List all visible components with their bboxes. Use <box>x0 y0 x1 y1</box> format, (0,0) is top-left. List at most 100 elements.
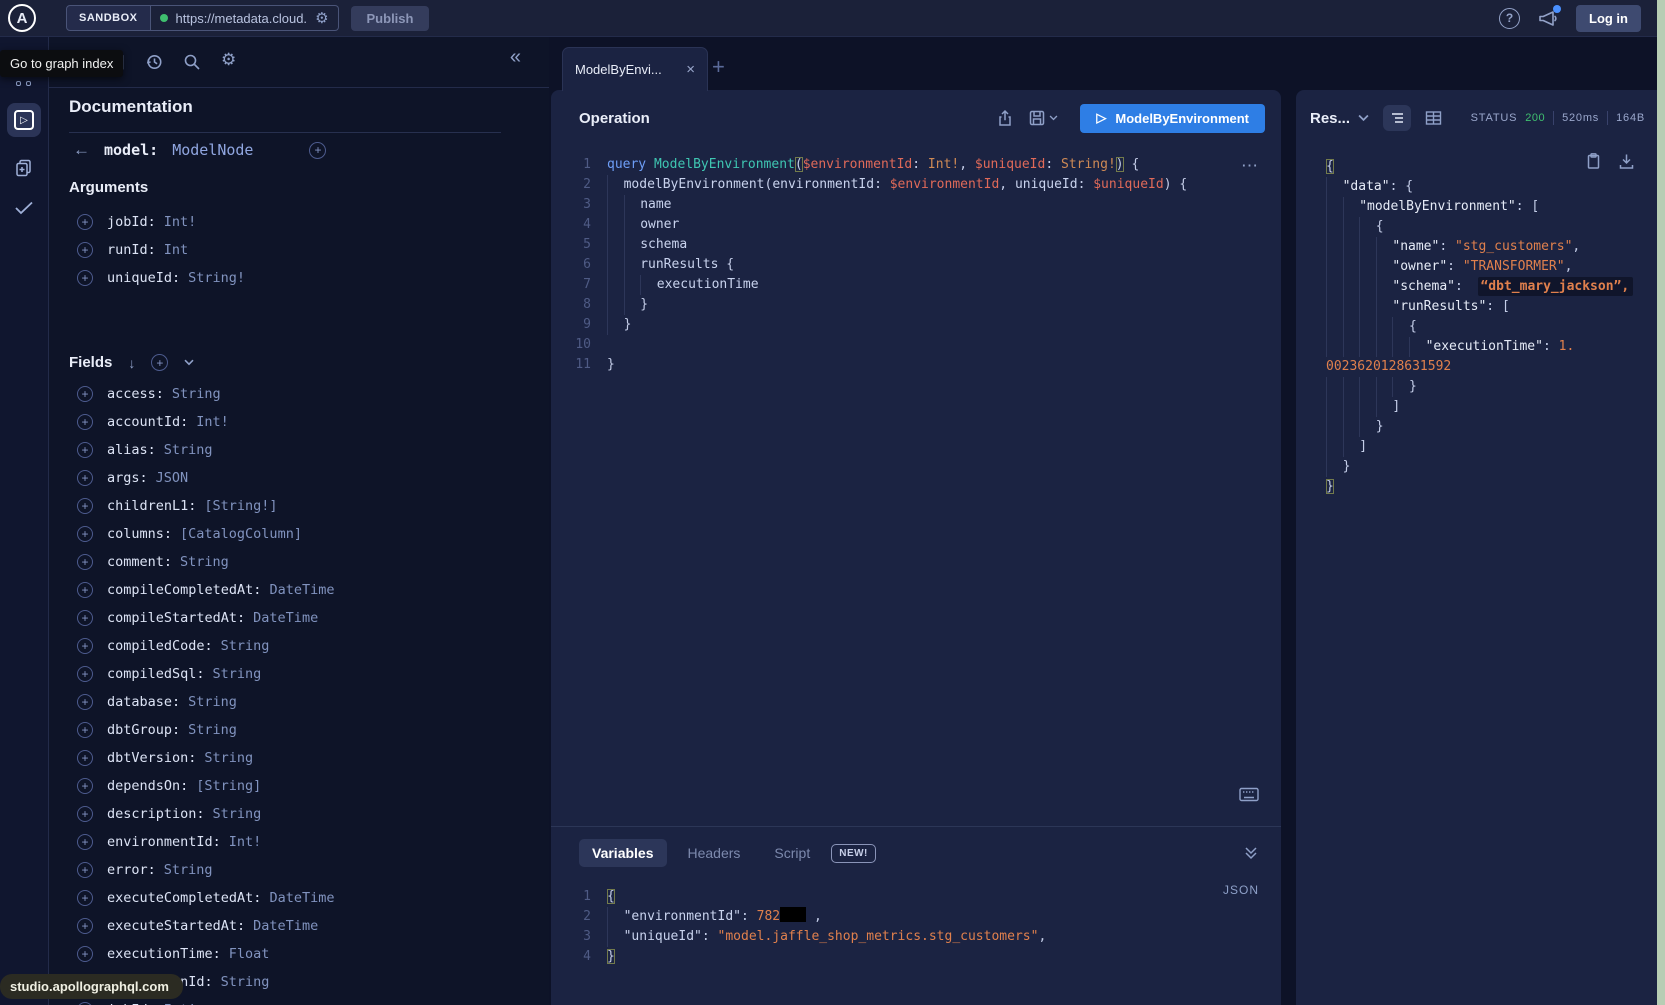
tree-view-button[interactable] <box>1383 105 1411 131</box>
add-field-button[interactable]: + <box>77 722 93 738</box>
endpoint-url-text[interactable]: https://metadata.cloud.getd <box>176 11 308 26</box>
response-title[interactable]: Res... <box>1310 110 1350 127</box>
documentation-panel: ⚙ « Documentation ← model: ModelNode + A… <box>49 36 549 1005</box>
field-type[interactable]: String <box>213 806 262 822</box>
type-name-link[interactable]: ModelNode <box>172 141 253 159</box>
add-field-button[interactable]: + <box>77 694 93 710</box>
add-field-button[interactable]: + <box>77 946 93 962</box>
field-type[interactable]: Float <box>229 946 270 962</box>
field-type[interactable]: DateTime <box>269 890 334 906</box>
save-chevron-icon[interactable] <box>1049 115 1058 121</box>
field-type[interactable]: DateTime <box>253 918 318 934</box>
back-arrow-icon[interactable]: ← <box>73 140 90 160</box>
add-field-button[interactable]: + <box>77 214 93 230</box>
field-type[interactable]: [String] <box>196 778 261 794</box>
collapse-panel-icon[interactable]: « <box>510 46 521 69</box>
code-token: : <box>1447 259 1463 274</box>
indent-guide <box>1359 317 1376 337</box>
field-type[interactable]: DateTime <box>253 610 318 626</box>
indent-guide <box>1343 377 1360 397</box>
help-icon[interactable]: ? <box>1499 8 1520 29</box>
operation-tab[interactable]: ModelByEnvi... × <box>562 47 708 91</box>
schema-nav-item[interactable] <box>7 151 41 185</box>
publish-button[interactable]: Publish <box>351 6 430 31</box>
add-field-button[interactable]: + <box>77 918 93 934</box>
add-field-button[interactable]: + <box>77 862 93 878</box>
add-field-button[interactable]: + <box>77 414 93 430</box>
field-type[interactable]: String <box>188 694 237 710</box>
add-field-button[interactable]: + <box>77 750 93 766</box>
chevron-down-icon[interactable] <box>184 359 194 366</box>
new-tab-button[interactable]: + <box>712 54 725 80</box>
share-icon[interactable] <box>996 109 1014 127</box>
field-type[interactable]: String <box>221 638 270 654</box>
search-icon[interactable] <box>183 53 201 71</box>
announcements-icon[interactable] <box>1538 9 1558 27</box>
field-type[interactable]: String <box>221 974 270 990</box>
run-operation-button[interactable]: ▷ ModelByEnvironment <box>1080 104 1265 133</box>
history-icon[interactable] <box>145 53 163 71</box>
field-type[interactable]: String <box>180 554 229 570</box>
field-name: alias: <box>107 442 156 458</box>
add-field-button[interactable]: + <box>77 386 93 402</box>
add-field-button[interactable]: + <box>77 442 93 458</box>
response-json[interactable]: {"data": {"modelByEnvironment": [{"name"… <box>1326 157 1646 496</box>
save-icon[interactable] <box>1028 109 1058 127</box>
settings-gear-icon[interactable]: ⚙ <box>221 50 236 70</box>
apollo-logo-icon[interactable]: A <box>8 4 36 32</box>
code-line: 1{ <box>551 887 1281 907</box>
field-type[interactable]: JSON <box>156 470 189 486</box>
tab-variables[interactable]: Variables <box>579 839 667 867</box>
close-tab-icon[interactable]: × <box>686 61 695 78</box>
response-chevron-icon[interactable] <box>1358 114 1369 122</box>
code-line: 4owner <box>551 215 1281 235</box>
add-field-button[interactable]: + <box>77 554 93 570</box>
field-type[interactable]: String <box>204 750 253 766</box>
add-field-button[interactable]: + <box>77 778 93 794</box>
sort-icon[interactable]: ↓ <box>128 355 135 371</box>
add-field-button[interactable]: + <box>77 834 93 850</box>
indent-guide <box>1326 177 1343 197</box>
field-type[interactable]: DateTime <box>269 582 334 598</box>
add-field-button[interactable]: + <box>77 470 93 486</box>
field-type[interactable]: String! <box>188 270 245 286</box>
add-field-button[interactable]: + <box>77 610 93 626</box>
add-field-button[interactable]: + <box>77 242 93 258</box>
query-editor[interactable]: 1query ModelByEnvironment($environmentId… <box>551 155 1281 375</box>
tab-headers[interactable]: Headers <box>675 839 754 867</box>
indent-guide <box>1359 397 1376 417</box>
tab-script[interactable]: Script <box>761 839 823 867</box>
field-type[interactable]: Int <box>164 242 188 258</box>
add-field-button[interactable]: + <box>77 638 93 654</box>
field-type[interactable]: String <box>188 722 237 738</box>
kebab-menu-icon[interactable]: ⋯ <box>1241 156 1259 176</box>
explorer-nav-item[interactable]: ▷ <box>7 103 41 137</box>
add-type-button[interactable]: + <box>309 142 326 159</box>
add-all-fields-button[interactable]: + <box>151 354 168 371</box>
field-type[interactable]: String <box>213 666 262 682</box>
endpoint-settings-icon[interactable]: ⚙ <box>315 9 328 27</box>
add-field-button[interactable]: + <box>77 270 93 286</box>
field-type[interactable]: String <box>164 442 213 458</box>
field-type[interactable]: String <box>164 862 213 878</box>
field-type[interactable]: Int! <box>229 834 262 850</box>
login-button[interactable]: Log in <box>1576 5 1641 32</box>
collapse-variables-icon[interactable] <box>1243 846 1259 860</box>
add-field-button[interactable]: + <box>77 666 93 682</box>
field-type[interactable]: String <box>172 386 221 402</box>
table-view-button[interactable] <box>1419 105 1447 131</box>
page-scrollbar[interactable] <box>1657 0 1665 1005</box>
add-field-button[interactable]: + <box>77 582 93 598</box>
field-type[interactable]: Int! <box>164 214 197 230</box>
add-field-button[interactable]: + <box>77 526 93 542</box>
field-type[interactable]: [CatalogColumn] <box>180 526 302 542</box>
add-field-button[interactable]: + <box>77 498 93 514</box>
endpoint-url-input[interactable]: https://metadata.cloud.getd ⚙ <box>151 5 339 31</box>
keyboard-shortcuts-icon[interactable] <box>1239 787 1259 802</box>
add-field-button[interactable]: + <box>77 890 93 906</box>
field-type[interactable]: Int! <box>196 414 229 430</box>
add-field-button[interactable]: + <box>77 806 93 822</box>
checks-nav-item[interactable] <box>7 191 41 225</box>
field-type[interactable]: [String!] <box>204 498 277 514</box>
variables-editor[interactable]: 1{2"environmentId": 782 ,3"uniqueId": "m… <box>551 887 1281 967</box>
